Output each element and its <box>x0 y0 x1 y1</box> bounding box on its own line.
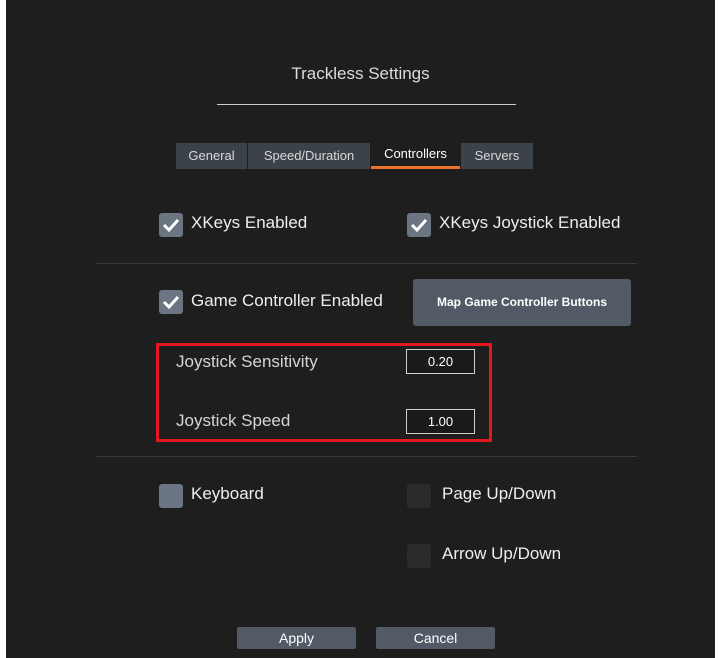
section-divider <box>96 456 637 457</box>
xkeys-enabled-label: XKeys Enabled <box>191 213 308 232</box>
tab-speed-duration[interactable]: Speed/Duration <box>248 143 371 169</box>
tab-bar: General Speed/Duration Controllers Serve… <box>6 143 715 171</box>
game-controller-enabled-checkbox[interactable] <box>159 290 183 314</box>
checkmark-icon <box>410 218 428 233</box>
section-divider <box>96 263 637 264</box>
dialog-title: Trackless Settings <box>291 64 430 83</box>
page-updown-label: Page Up/Down <box>442 484 557 503</box>
apply-button[interactable]: Apply <box>237 627 356 649</box>
arrow-updown-label: Arrow Up/Down <box>442 544 562 563</box>
trackless-settings-dialog: Trackless Settings General Speed/Duratio… <box>6 0 715 658</box>
title-divider <box>217 104 516 105</box>
page-updown-checkbox[interactable] <box>407 484 431 508</box>
joystick-sensitivity-label: Joystick Sensitivity <box>176 352 318 371</box>
cancel-button[interactable]: Cancel <box>376 627 495 649</box>
joystick-speed-label: Joystick Speed <box>176 411 291 430</box>
joystick-speed-input[interactable]: 1.00 <box>406 409 475 434</box>
keyboard-label: Keyboard <box>191 484 264 503</box>
tab-controllers-label: Controllers <box>384 146 447 161</box>
keyboard-checkbox[interactable] <box>159 484 183 508</box>
checkmark-icon <box>162 295 180 310</box>
tab-controllers[interactable]: Controllers <box>371 143 461 169</box>
active-tab-indicator <box>371 166 460 169</box>
checkmark-icon <box>162 218 180 233</box>
joystick-sensitivity-input[interactable]: 0.20 <box>406 349 475 374</box>
xkeys-enabled-checkbox[interactable] <box>159 213 183 237</box>
map-game-controller-buttons-button[interactable]: Map Game Controller Buttons <box>413 279 631 326</box>
arrow-updown-checkbox[interactable] <box>407 544 431 568</box>
xkeys-joystick-enabled-checkbox[interactable] <box>407 213 431 237</box>
game-controller-enabled-label: Game Controller Enabled <box>191 291 383 310</box>
xkeys-joystick-enabled-label: XKeys Joystick Enabled <box>439 213 621 232</box>
tab-general[interactable]: General <box>176 143 248 169</box>
tab-servers[interactable]: Servers <box>461 143 534 169</box>
